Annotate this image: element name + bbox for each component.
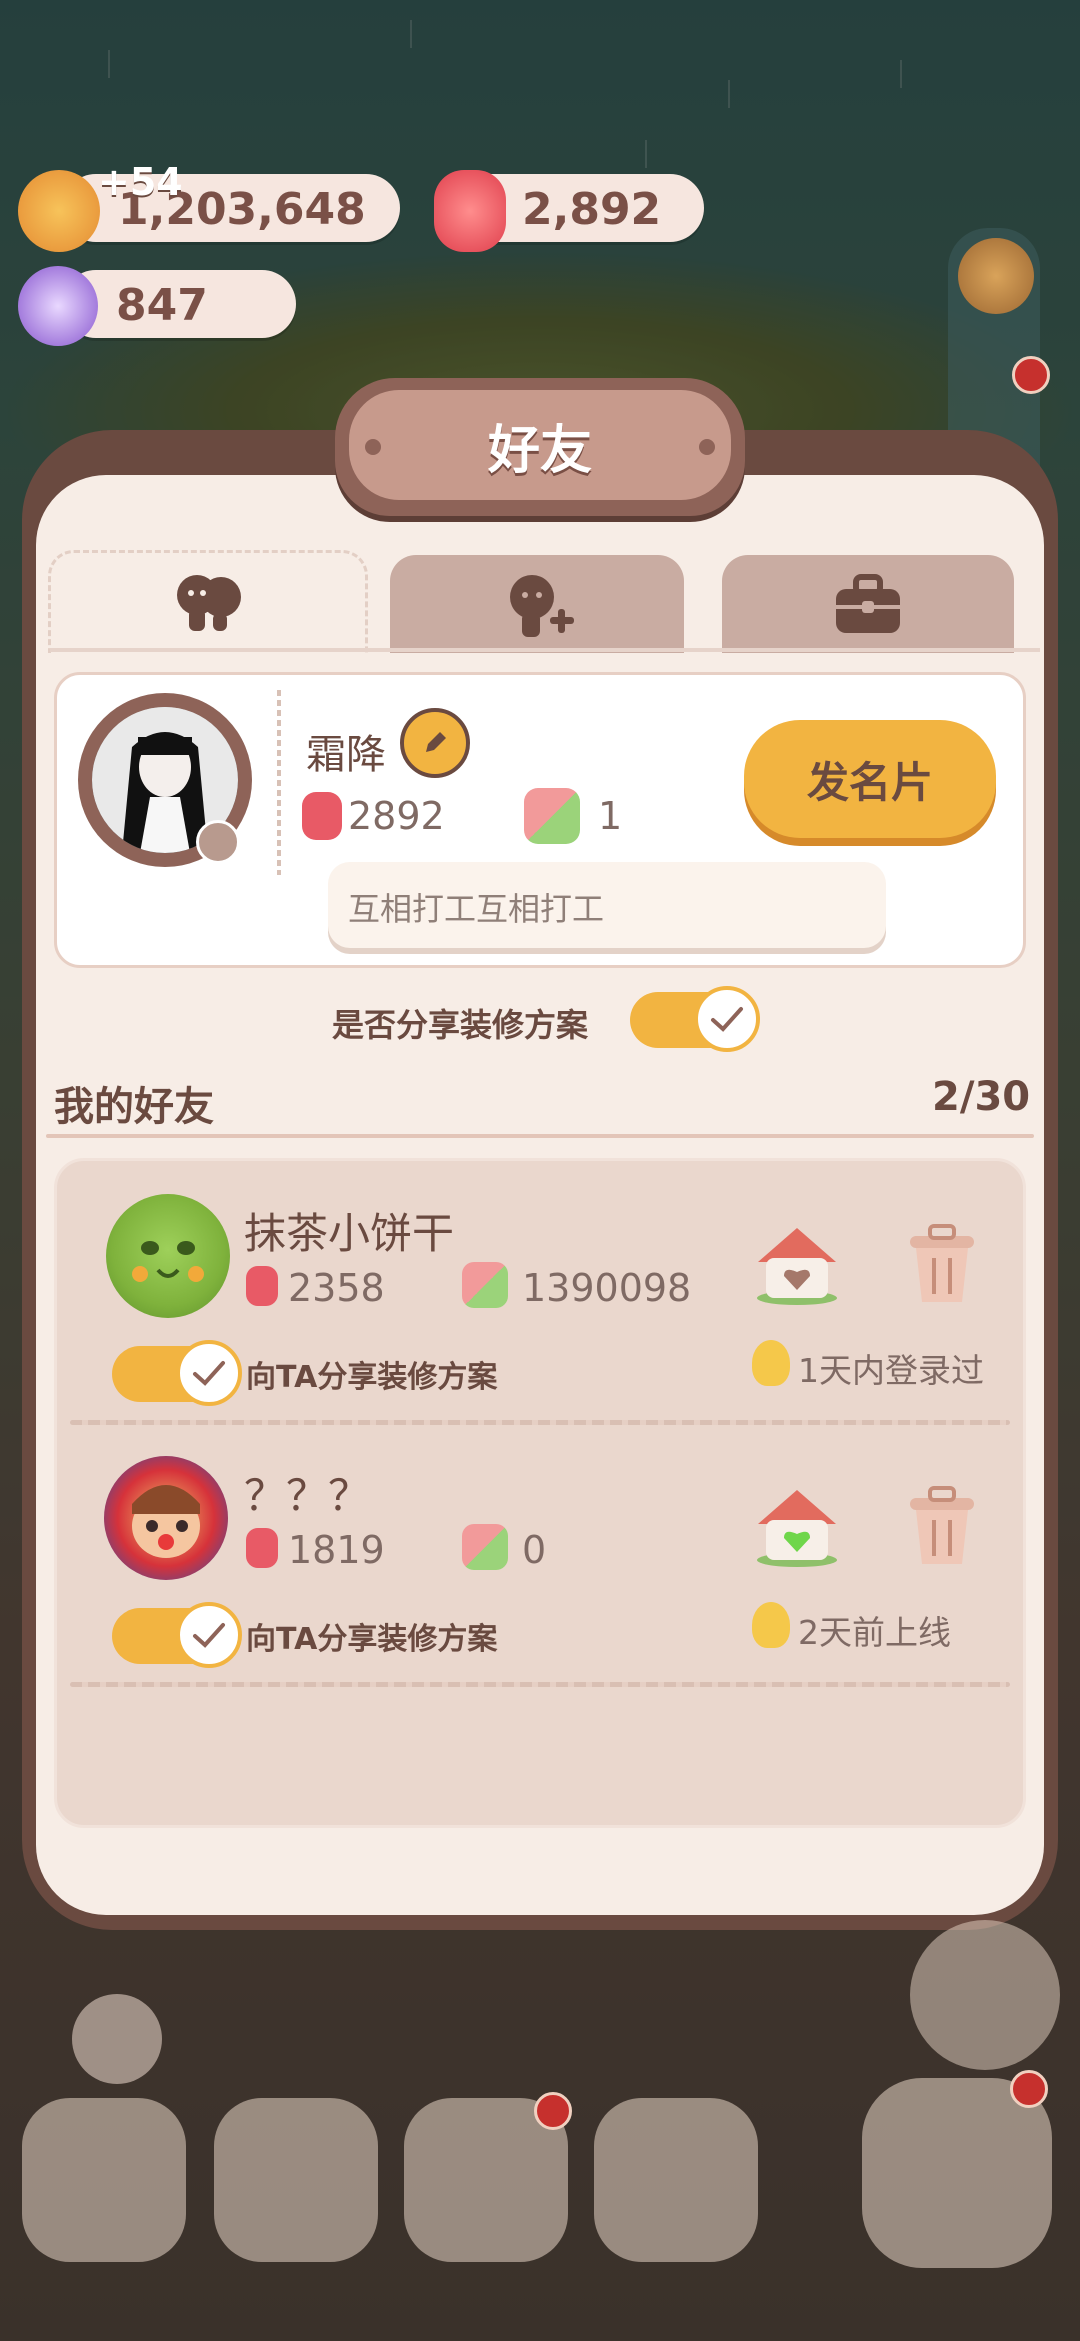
crystal-icon — [18, 266, 98, 346]
send-card-button[interactable]: 发名片 — [744, 720, 996, 838]
jelly-icon — [434, 170, 506, 252]
friend-avatar[interactable] — [104, 1456, 228, 1580]
cookie-bonus: +54 — [98, 160, 183, 204]
notification-dot — [1012, 356, 1050, 394]
friend-likes-count: 0 — [522, 1528, 547, 1572]
gear-icon[interactable] — [958, 238, 1034, 314]
change-avatar-icon[interactable] — [196, 820, 240, 864]
briefcase-icon — [836, 574, 900, 633]
check-icon — [694, 986, 760, 1052]
share-to-friend-label: 向TA分享装修方案 — [246, 1360, 498, 1395]
my-jelly-count: 2892 — [348, 794, 445, 838]
build-button[interactable] — [22, 2098, 186, 2262]
motto-bubble[interactable]: 互相打工互相打工 — [328, 862, 886, 948]
friends-section-title: 我的好友 — [54, 1084, 214, 1130]
jelly-icon — [302, 792, 342, 840]
check-icon — [176, 1340, 242, 1406]
friend-likes-count: 1390098 — [522, 1266, 692, 1310]
send-card-label: 发名片 — [806, 757, 933, 807]
visit-house-icon[interactable] — [752, 1484, 842, 1568]
row-divider — [70, 1682, 1010, 1687]
tab-divider — [50, 648, 1040, 652]
friend-status: 2天前上线 — [798, 1613, 951, 1652]
friends-count: 2/30 — [932, 1074, 1031, 1120]
row-divider — [70, 1420, 1010, 1425]
friend-jelly-count: 1819 — [288, 1528, 385, 1572]
edit-name-icon[interactable] — [400, 708, 470, 778]
profile-divider — [277, 690, 281, 875]
friend-avatar[interactable] — [106, 1194, 230, 1318]
crystal-count: 847 — [116, 280, 208, 331]
tab-add-friend[interactable] — [390, 555, 684, 653]
like-icon — [462, 1262, 508, 1308]
friends-icon — [177, 575, 241, 631]
friend-jelly-count: 2358 — [288, 1266, 385, 1310]
like-icon — [524, 788, 580, 844]
bulb-icon — [752, 1602, 790, 1648]
trash-icon[interactable] — [904, 1222, 980, 1306]
visit-house-icon[interactable] — [752, 1222, 842, 1306]
notification-dot — [534, 2092, 572, 2130]
notes-button[interactable] — [214, 2098, 378, 2262]
share-to-friend-toggle[interactable] — [112, 1602, 242, 1668]
my-likes-count: 1 — [598, 794, 623, 838]
section-divider — [46, 1134, 1034, 1138]
friend-status: 1天内登录过 — [798, 1351, 984, 1390]
jelly-icon — [246, 1528, 278, 1568]
notification-dot — [1010, 2070, 1048, 2108]
tab-bag[interactable] — [722, 555, 1014, 653]
my-name: 霜降 — [306, 732, 386, 778]
title-plate: 好友 — [335, 378, 745, 516]
friend-name: 抹茶小饼干 — [244, 1209, 455, 1258]
trash-icon[interactable] — [904, 1484, 980, 1568]
share-setting-toggle[interactable] — [630, 986, 760, 1052]
cookie-icon — [18, 170, 100, 252]
share-to-friend-toggle[interactable] — [112, 1340, 242, 1406]
event-button[interactable] — [910, 1920, 1060, 2070]
tab-friends[interactable] — [48, 550, 368, 653]
share-setting-label: 是否分享装修方案 — [332, 1006, 589, 1044]
shop-button[interactable] — [594, 2098, 758, 2262]
jelly-icon — [246, 1266, 278, 1306]
friend-name: ？？？ — [244, 1471, 371, 1520]
alert-icon[interactable] — [72, 1994, 162, 2084]
add-friend-icon — [510, 575, 574, 637]
like-icon — [462, 1524, 508, 1570]
jelly-count: 2,892 — [522, 184, 662, 235]
bulb-icon — [752, 1340, 790, 1386]
share-to-friend-label: 向TA分享装修方案 — [246, 1622, 498, 1657]
motto-text: 互相打工互相打工 — [348, 890, 605, 928]
check-icon — [176, 1602, 242, 1668]
panel-title: 好友 — [487, 420, 592, 481]
